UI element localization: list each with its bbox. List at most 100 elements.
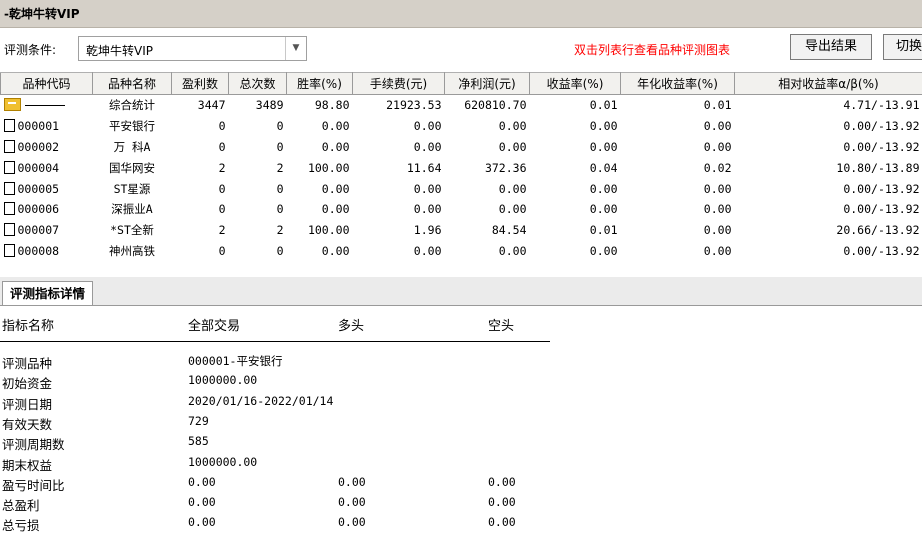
detail-row: 总盈利0.000.000.00 [0, 495, 560, 515]
column-header[interactable]: 总次数 [229, 73, 287, 95]
detail-long: 0.00 [338, 515, 366, 529]
divider [0, 305, 922, 306]
cell-total: 0 [229, 178, 287, 199]
condition-toolbar: 评测条件: 乾坤牛转VIP ▼ 双击列表行查看品种评测图表 导出结果 切换 [0, 27, 922, 70]
condition-select[interactable]: 乾坤牛转VIP ▼ [78, 36, 307, 61]
column-header[interactable]: 收益率(%) [530, 73, 621, 95]
column-header[interactable]: 净利润(元) [445, 73, 530, 95]
cell-code: 000005 [1, 178, 93, 199]
cell-profit: 2 [172, 220, 229, 241]
cell-annual: 0.00 [621, 116, 735, 137]
window-title: -乾坤牛转VIP [4, 5, 80, 22]
detail-label: 盈亏时间比 [2, 475, 65, 494]
detail-short: 0.00 [488, 515, 516, 529]
cell-relative: 0.00/-13.92 [735, 116, 922, 137]
cell-annual: 0.00 [621, 220, 735, 241]
cell-total: 3489 [229, 95, 287, 116]
cell-relative: 4.71/-13.91 [735, 95, 922, 116]
detail-label: 总盈利 [2, 495, 40, 514]
cell-net: 0.00 [445, 137, 530, 158]
cell-annual: 0.00 [621, 241, 735, 262]
cell-profit: 0 [172, 199, 229, 220]
cell-total: 0 [229, 137, 287, 158]
detail-all: 000001-平安银行 [188, 353, 282, 369]
cell-relative: 0.00/-13.92 [735, 199, 922, 220]
file-icon [4, 140, 15, 153]
cell-win: 98.80 [287, 95, 353, 116]
cell-total: 0 [229, 199, 287, 220]
cell-code: 000002 [1, 137, 93, 158]
cell-fee: 0.00 [353, 199, 445, 220]
cell-code: 000006 [1, 199, 93, 220]
stock-code: 000002 [18, 140, 60, 154]
cell-win: 0.00 [287, 241, 353, 262]
stock-name: 平安银行 [93, 116, 172, 137]
cell-code: 000004 [1, 157, 93, 178]
cell-annual: 0.00 [621, 178, 735, 199]
cell-net: 0.00 [445, 241, 530, 262]
detail-all: 585 [188, 434, 209, 448]
column-header[interactable]: 品种代码 [1, 73, 93, 95]
column-header[interactable]: 胜率(%) [287, 73, 353, 95]
cell-ret: 0.00 [530, 178, 621, 199]
column-header[interactable]: 品种名称 [93, 73, 172, 95]
column-header[interactable]: 盈利数 [172, 73, 229, 95]
detail-all: 1000000.00 [188, 373, 257, 387]
file-icon [4, 244, 15, 257]
detail-row: 评测周期数585 [0, 434, 560, 454]
detail-label: 初始资金 [2, 373, 52, 392]
table-header-row: 品种代码品种名称盈利数总次数胜率(%)手续费(元)净利润(元)收益率(%)年化收… [1, 73, 922, 95]
table-row[interactable]: 000004国华网安22100.0011.64372.360.040.0210.… [1, 157, 922, 178]
cell-profit: 0 [172, 178, 229, 199]
cell-profit: 0 [172, 137, 229, 158]
cell-total: 0 [229, 241, 287, 262]
detail-row: 有效天数 729 [0, 414, 560, 434]
cell-code [1, 95, 93, 116]
detail-all: 729 [188, 414, 209, 428]
cell-fee: 11.64 [353, 157, 445, 178]
stock-name: 国华网安 [93, 157, 172, 178]
chevron-down-icon[interactable]: ▼ [285, 37, 306, 60]
divider [0, 341, 550, 342]
cell-fee: 0.00 [353, 116, 445, 137]
column-header[interactable]: 手续费(元) [353, 73, 445, 95]
cell-net: 372.36 [445, 157, 530, 178]
table-row[interactable]: 综合统计3447348998.8021923.53620810.700.010.… [1, 95, 922, 116]
cell-profit: 0 [172, 241, 229, 262]
switch-button[interactable]: 切换 [883, 34, 922, 60]
detail-header-long: 多头 [338, 315, 364, 334]
detail-row: 初始资金 1000000.00 [0, 373, 560, 393]
title-bar: -乾坤牛转VIP [0, 0, 922, 28]
cell-ret: 0.00 [530, 137, 621, 158]
cell-win: 0.00 [287, 116, 353, 137]
file-icon [4, 161, 15, 174]
detail-short: 0.00 [488, 495, 516, 509]
detail-label: 期末权益 [2, 455, 52, 474]
cell-code: 000001 [1, 116, 93, 137]
export-button[interactable]: 导出结果 [790, 34, 872, 60]
table-row[interactable]: 000007*ST全新22100.001.9684.540.010.0020.6… [1, 220, 922, 241]
column-header[interactable]: 相对收益率α/β(%) [735, 73, 922, 95]
stock-code: 000004 [18, 161, 60, 175]
cell-win: 100.00 [287, 157, 353, 178]
table-row[interactable]: 000006深振业A000.000.000.000.000.000.00/-13… [1, 199, 922, 220]
table-row[interactable]: 000002万 科A000.000.000.000.000.000.00/-13… [1, 137, 922, 158]
condition-label: 评测条件: [4, 41, 56, 58]
detail-label: 有效天数 [2, 414, 52, 433]
stock-code: 000007 [18, 223, 60, 237]
tab-detail[interactable]: 评测指标详情 [2, 281, 93, 306]
column-header[interactable]: 年化收益率(%) [621, 73, 735, 95]
cell-fee: 21923.53 [353, 95, 445, 116]
cell-ret: 0.01 [530, 95, 621, 116]
table-row[interactable]: 000005ST星源000.000.000.000.000.000.00/-13… [1, 178, 922, 199]
detail-long: 0.00 [338, 475, 366, 489]
cell-annual: 0.00 [621, 137, 735, 158]
file-icon [4, 202, 15, 215]
table-row[interactable]: 000008神州高铁000.000.000.000.000.000.00/-13… [1, 241, 922, 262]
cell-profit: 2 [172, 157, 229, 178]
detail-label: 评测品种 [2, 353, 52, 372]
table-row[interactable]: 000001平安银行000.000.000.000.000.000.00/-13… [1, 116, 922, 137]
stock-name: ST星源 [93, 178, 172, 199]
stock-code: 000008 [18, 244, 60, 258]
cell-net: 620810.70 [445, 95, 530, 116]
